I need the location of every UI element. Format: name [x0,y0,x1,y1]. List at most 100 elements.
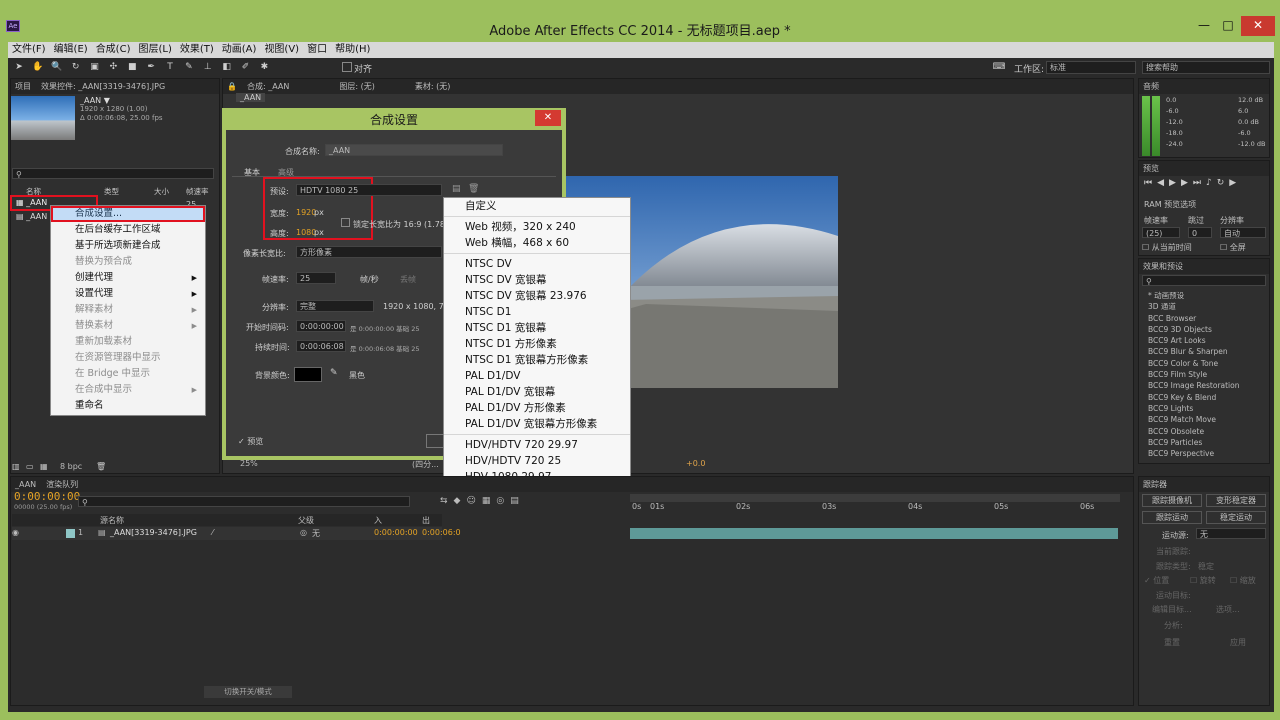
rectangle-tool-icon[interactable]: ■ [125,60,139,74]
resolution-select[interactable]: (四分... [412,459,439,470]
lock-aspect-checkbox[interactable] [341,218,350,227]
lock-icon[interactable]: 🔒 [227,82,237,91]
save-preset-icon[interactable]: ▤ [452,184,461,194]
eyedropper-icon[interactable]: ✎ [330,368,338,378]
layer-row[interactable]: ◉ 1 ▤ _AAN[3319-3476].JPG ⁄ ◎ 无 0:00:00:… [12,527,461,540]
preset-option[interactable]: NTSC DV 宽银幕 [444,272,630,288]
comp-mini-flowchart-icon[interactable]: ⇆ [440,496,454,506]
menu-edit[interactable]: 编辑(E) [50,42,92,58]
col-type[interactable]: 类型 [104,186,119,197]
preset-option[interactable]: HDV/HDTV 720 29.97 [444,437,630,453]
minimize-button[interactable]: — [1192,16,1216,36]
preset-option[interactable]: NTSC D1 [444,304,630,320]
ram-preview-icon[interactable]: ▶ [1229,178,1241,188]
preview-res-select[interactable]: 自动 [1220,227,1266,238]
col-source-name[interactable]: 源名称 [100,515,124,526]
par-select[interactable]: 方形像素 [296,246,442,258]
layer-switches-icon[interactable]: ⁄ [212,528,213,537]
effect-category[interactable]: * 动画预设 [1138,290,1268,301]
next-frame-icon[interactable]: ▶ [1181,178,1193,188]
tab-footage[interactable]: 素材: (无) [415,81,450,92]
layer-duration-bar[interactable] [630,528,1118,539]
drop-frame-select[interactable]: 丢帧 [400,274,416,285]
effect-category[interactable]: BCC9 Particles [1138,437,1268,448]
preset-select[interactable]: HDTV 1080 25 [296,184,442,196]
project-search-input[interactable]: ⚲ [12,168,214,179]
effect-category[interactable]: BCC9 Match Move [1138,414,1268,425]
type-tool-icon[interactable]: T [163,60,177,74]
graph-editor-icon[interactable]: ▤ [510,496,525,506]
snap-checkbox[interactable] [342,62,352,72]
menu-animation[interactable]: 动画(A) [218,42,261,58]
effects-search-input[interactable]: ⚲ [1142,275,1266,286]
tab-project[interactable]: 项目 [15,81,31,92]
preset-option[interactable]: NTSC D1 宽银幕 [444,320,630,336]
ctx-new-comp-from-selection[interactable]: 基于所选项新建合成 [51,238,205,254]
menu-layer[interactable]: 图层(L) [134,42,175,58]
timeline-tab-render-queue[interactable]: 渲染队列 [46,479,78,490]
ctx-set-proxy[interactable]: 设置代理 ▶ [51,286,205,302]
effect-category[interactable]: BCC9 Film Style [1138,369,1268,380]
audio-toggle-icon[interactable]: ♪ [1206,178,1217,188]
selection-tool-icon[interactable]: ➤ [12,60,26,74]
work-area-bar[interactable] [630,494,1120,502]
effect-category[interactable]: BCC9 Perspective [1138,448,1268,459]
draft-3d-icon[interactable]: ◆ [454,496,467,506]
effect-category[interactable]: BCC9 Lights [1138,403,1268,414]
toggle-switches-modes-button[interactable]: 切换开关/模式 [204,686,292,698]
duration-input[interactable]: 0:00:06:08 [296,340,346,352]
brush-tool-icon[interactable]: ✎ [182,60,196,74]
menu-help[interactable]: 帮助(H) [331,42,374,58]
ctx-create-proxy[interactable]: 创建代理 ▶ [51,270,205,286]
effect-category[interactable]: BCC9 3D Objects [1138,324,1268,335]
comp-name-input[interactable]: _AAN [325,144,503,156]
camera-tool-icon[interactable]: ▣ [88,60,102,74]
last-frame-icon[interactable]: ⏭ [1193,178,1206,188]
menu-window[interactable]: 窗口 [303,42,331,58]
timeline-tab-comp[interactable]: _AAN [15,480,36,489]
start-timecode-input[interactable]: 0:00:00:00 [296,320,346,332]
preset-option[interactable]: HDV/HDTV 720 25 [444,453,630,469]
resolution-select[interactable]: 完整 [296,300,374,312]
preset-option[interactable]: PAL D1/DV [444,368,630,384]
preset-option[interactable]: Web 横幅，468 x 60 [444,235,630,251]
track-motion-button[interactable]: 跟踪运动 [1142,511,1202,524]
layer-in-point[interactable]: 0:00:00:00 [374,528,418,537]
maximize-button[interactable]: □ [1216,16,1240,36]
effect-category[interactable]: BCC9 Blur & Sharpen [1138,346,1268,357]
effect-category[interactable]: 3D 通道 [1138,301,1268,312]
tab-comp[interactable]: 合成: _AAN [247,81,289,92]
roto-brush-tool-icon[interactable]: ✐ [239,60,253,74]
preview-skip-select[interactable]: 0 [1188,227,1212,238]
effect-category[interactable]: BCC9 Obsolete [1138,426,1268,437]
delete-preset-icon[interactable]: 🗑 [468,184,479,194]
preset-option[interactable]: NTSC DV [444,256,630,272]
ctx-cache-work-area[interactable]: 在后台缓存工作区域 [51,222,205,238]
new-folder-icon[interactable]: ▭ [26,462,34,471]
layer-name[interactable]: _AAN[3319-3476].JPG [110,528,197,537]
effect-category[interactable]: BCC9 Art Looks [1138,335,1268,346]
zoom-select[interactable]: 25% [240,459,258,468]
preview-checkbox[interactable]: ✓ 预览 [238,436,263,447]
eraser-tool-icon[interactable]: ◧ [220,60,234,74]
motion-blur-icon[interactable]: ◎ [496,496,510,506]
effect-category[interactable]: BCC Browser [1138,313,1268,324]
menu-view[interactable]: 视图(V) [260,42,303,58]
bpc-label[interactable]: 8 bpc [60,462,82,471]
preset-option[interactable]: PAL D1/DV 宽银幕方形像素 [444,416,630,432]
search-help-input[interactable]: 搜索帮助 [1142,61,1270,74]
col-framerate[interactable]: 帧速率 [186,186,209,197]
close-window-button[interactable]: ✕ [1241,16,1275,36]
preset-option[interactable]: Web 视频，320 x 240 [444,219,630,235]
time-ruler[interactable]: 0s 01s 02s 03s 04s 05s 06s [630,502,1120,514]
track-camera-button[interactable]: 跟踪摄像机 [1142,494,1202,507]
timeline-search-input[interactable]: ⚲ [78,496,410,507]
from-current-time-checkbox[interactable]: ☐ 从当前时间 [1142,242,1192,253]
preset-option[interactable]: NTSC DV 宽银幕 23.976 [444,288,630,304]
frame-blending-icon[interactable]: ▦ [482,496,497,506]
pan-behind-tool-icon[interactable]: ✣ [106,60,120,74]
comp-subtab[interactable]: _AAN [236,93,266,102]
effect-category[interactable]: BCC9 Image Restoration [1138,380,1268,391]
col-out[interactable]: 出 [422,515,430,526]
col-in[interactable]: 入 [374,515,382,526]
